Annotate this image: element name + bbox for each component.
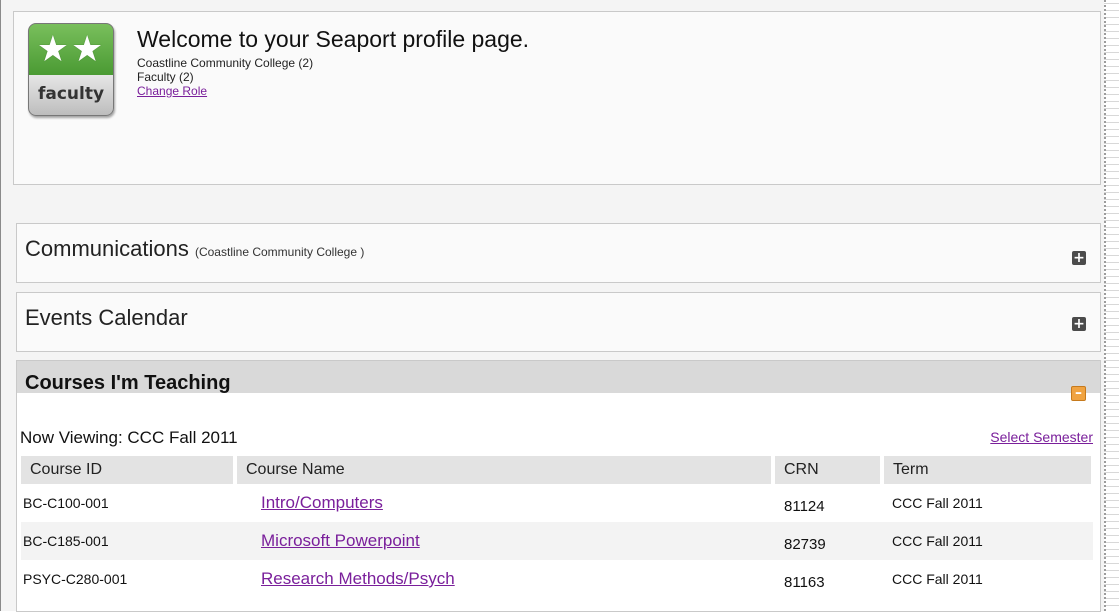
courses-panel: Courses I'm Teaching – Now Viewing: CCC … — [16, 360, 1101, 612]
expand-events-icon[interactable]: + — [1072, 317, 1086, 331]
courses-table: Course ID Course Name CRN Term BC-C100-0… — [21, 456, 1095, 598]
course-id-cell: BC-C100-001 — [23, 495, 109, 511]
crn-cell: 81163 — [784, 573, 825, 591]
column-header-crn[interactable]: CRN — [773, 456, 884, 484]
stars-icon: ★★ — [36, 29, 106, 70]
term-cell: CCC Fall 2011 — [892, 571, 983, 587]
crn-cell: 81124 — [784, 497, 825, 515]
communications-title: Communications (Coastline Community Coll… — [25, 236, 364, 262]
profile-header: ★★ faculty Welcome to your Seaport profi… — [13, 11, 1101, 185]
course-name-cell: Microsoft Powerpoint — [235, 522, 773, 560]
events-title: Events Calendar — [25, 305, 188, 330]
course-link[interactable]: Research Methods/Psych — [261, 569, 455, 588]
profile-meta: Coastline Community College (2) Faculty … — [137, 56, 313, 98]
term-cell: CCC Fall 2011 — [892, 495, 983, 511]
college-label: Coastline Community College (2) — [137, 56, 314, 70]
courses-title: Courses I'm Teaching — [25, 372, 231, 394]
change-role-link[interactable]: Change Role — [137, 84, 207, 98]
term-cell: CCC Fall 2011 — [882, 522, 1093, 560]
torn-edge-decoration — [1104, 0, 1119, 611]
badge-label: faculty — [37, 84, 105, 104]
page-frame: ★★ faculty Welcome to your Seaport profi… — [0, 0, 1105, 612]
course-link[interactable]: Microsoft Powerpoint — [261, 531, 420, 550]
communications-title-text: Communications — [25, 236, 189, 261]
welcome-heading: Welcome to your Seaport profile page. — [137, 26, 530, 52]
now-viewing-label: Now Viewing: CCC Fall 2011 — [20, 428, 238, 447]
events-panel: Events Calendar + — [16, 292, 1101, 352]
course-id-cell: BC-C185-001 — [21, 522, 235, 560]
course-name-cell: Intro/Computers — [235, 484, 773, 522]
role-label: Faculty (2) — [137, 70, 194, 84]
table-header-row: Course ID Course Name CRN Term — [21, 456, 1095, 484]
communications-panel: Communications (Coastline Community Coll… — [16, 223, 1101, 283]
column-header-term[interactable]: Term — [882, 456, 1095, 484]
column-header-course-name[interactable]: Course Name — [235, 456, 775, 484]
course-id-cell: PSYC-C280-001 — [23, 571, 128, 587]
expand-communications-icon[interactable]: + — [1072, 251, 1086, 265]
column-header-course-id[interactable]: Course ID — [21, 456, 237, 484]
faculty-badge-icon: ★★ faculty — [28, 23, 114, 116]
collapse-courses-icon[interactable]: – — [1071, 386, 1086, 401]
table-row: BC-C185-001 Microsoft Powerpoint 82739 C… — [21, 522, 1093, 560]
table-row: PSYC-C280-001 Research Methods/Psych 811… — [21, 560, 1093, 598]
table-row: BC-C100-001 Intro/Computers 81124 CCC Fa… — [21, 484, 1093, 522]
select-semester-link[interactable]: Select Semester — [990, 429, 1093, 445]
course-link[interactable]: Intro/Computers — [261, 493, 383, 512]
courses-header: Courses I'm Teaching – — [17, 361, 1100, 401]
crn-cell: 82739 — [773, 522, 882, 560]
communications-subtitle: (Coastline Community College ) — [194, 245, 365, 259]
course-name-cell: Research Methods/Psych — [235, 560, 773, 598]
